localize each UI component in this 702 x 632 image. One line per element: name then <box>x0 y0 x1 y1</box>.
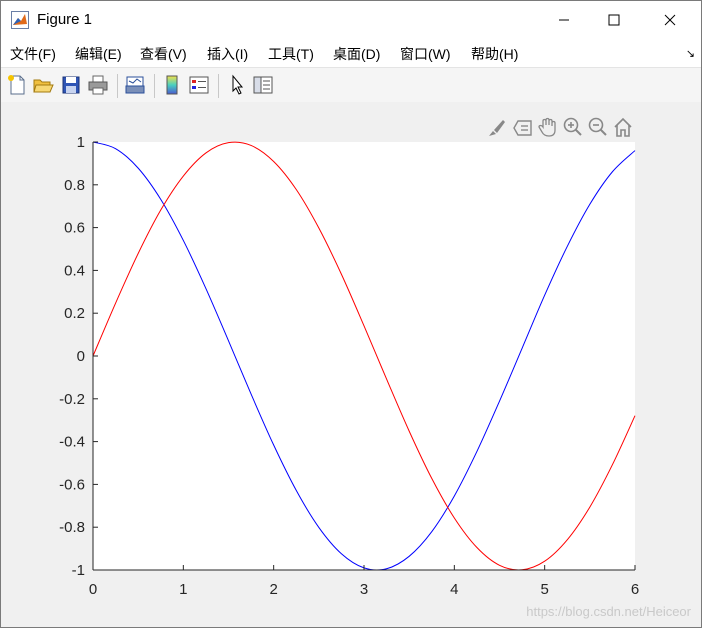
watermark: https://blog.csdn.net/Heiceor <box>526 604 691 619</box>
y-tick-label: 1 <box>77 134 85 151</box>
menu-tools[interactable]: 工具(T) <box>268 44 314 64</box>
close-button[interactable] <box>647 1 693 39</box>
window-title: Figure 1 <box>37 11 93 28</box>
menu-edit[interactable]: 编辑(E) <box>75 44 122 64</box>
y-tick-label: 0.6 <box>64 220 85 237</box>
legend-icon[interactable] <box>188 74 210 96</box>
pointer-icon[interactable] <box>226 74 248 96</box>
maximize-button[interactable] <box>591 1 637 39</box>
link-plot-icon[interactable] <box>124 74 146 96</box>
x-tick-label: 5 <box>540 581 548 598</box>
axes-toolbar <box>489 117 632 137</box>
plot-svg: 0 1 2 3 4 5 6 1 0.8 0.6 0.4 0.2 0 -0.2 -0.4 -0.6 -0.8 -1 <box>59 117 639 598</box>
toolbar-separator <box>117 74 118 98</box>
x-tick-label: 2 <box>269 581 277 598</box>
menu-help[interactable]: 帮助(H) <box>471 44 518 64</box>
brush-icon[interactable] <box>489 120 505 136</box>
x-tick-label: 0 <box>89 581 97 598</box>
y-tick-label: -0.4 <box>59 434 85 451</box>
save-icon[interactable] <box>60 74 82 96</box>
matlab-app-icon <box>11 11 29 29</box>
menu-overflow-arrow-icon[interactable]: ↘ <box>686 47 695 60</box>
menu-bar: 文件(F) 编辑(E) 查看(V) 插入(I) 工具(T) 桌面(D) 窗口(W… <box>1 39 701 67</box>
y-tick-label: 0.4 <box>64 262 85 279</box>
zoom-out-icon[interactable] <box>588 117 607 136</box>
property-editor-icon[interactable] <box>252 74 274 96</box>
y-tick-label: 0.2 <box>64 305 85 322</box>
print-icon[interactable] <box>87 74 109 96</box>
y-tick-label: -0.8 <box>59 519 85 536</box>
figure-window: Figure 1 文件(F) 编辑(E) 查看(V) 插入(I) 工具(T) 桌… <box>0 0 702 628</box>
axes-background[interactable] <box>93 142 635 570</box>
y-tick-label: -0.6 <box>59 476 85 493</box>
toolbar-separator <box>154 74 155 98</box>
data-tips-icon[interactable] <box>513 120 532 136</box>
close-icon <box>664 14 676 26</box>
menu-window[interactable]: 窗口(W) <box>400 44 451 64</box>
minimize-icon <box>559 19 569 21</box>
colorbar-icon[interactable] <box>161 74 183 96</box>
x-tick-label: 6 <box>631 581 639 598</box>
figure-canvas: 0 1 2 3 4 5 6 1 0.8 0.6 0.4 0.2 0 -0.2 -0.4 -0.6 -0.8 -1 … <box>1 102 701 627</box>
y-tick-label: -0.2 <box>59 391 85 408</box>
title-bar[interactable]: Figure 1 <box>1 1 701 39</box>
new-figure-icon[interactable] <box>6 74 28 96</box>
open-file-icon[interactable] <box>32 74 54 96</box>
y-tick-label: -1 <box>72 562 85 579</box>
y-tick-label: 0.8 <box>64 177 85 194</box>
x-tick-label: 3 <box>360 581 368 598</box>
pan-icon[interactable] <box>538 117 556 137</box>
menu-view[interactable]: 查看(V) <box>140 44 187 64</box>
y-tick-label: 0 <box>77 348 85 365</box>
x-tick-label: 1 <box>179 581 187 598</box>
maximize-icon <box>608 14 620 26</box>
minimize-button[interactable] <box>541 1 587 39</box>
zoom-in-icon[interactable] <box>563 117 582 136</box>
home-icon[interactable] <box>614 117 632 137</box>
toolbar-separator <box>218 74 219 98</box>
menu-desktop[interactable]: 桌面(D) <box>333 44 380 64</box>
menu-insert[interactable]: 插入(I) <box>207 44 248 64</box>
figure-toolbar <box>1 67 701 103</box>
menu-file[interactable]: 文件(F) <box>10 44 56 64</box>
x-tick-label: 4 <box>450 581 458 598</box>
